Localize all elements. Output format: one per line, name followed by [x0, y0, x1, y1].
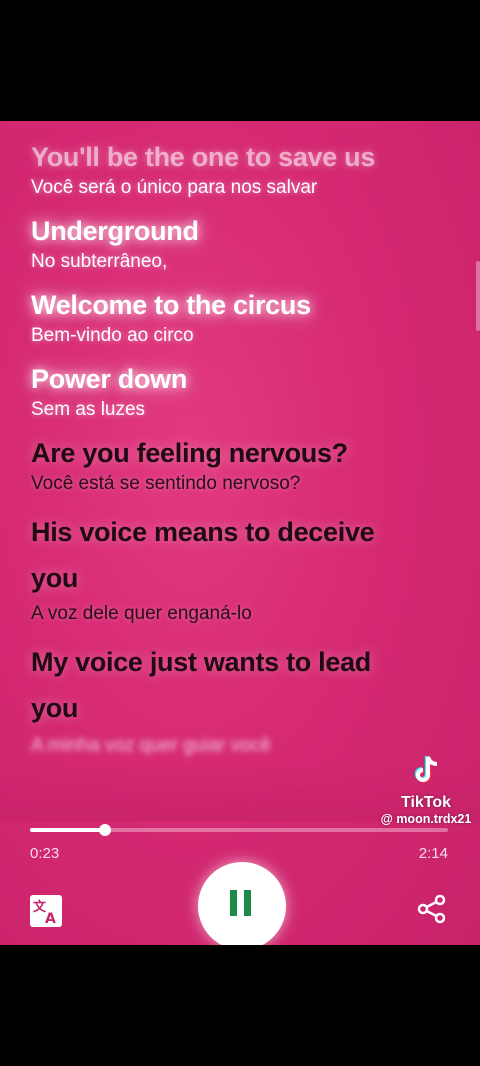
- progress-thumb[interactable]: [99, 824, 112, 836]
- share-button[interactable]: [416, 893, 448, 925]
- progress-bar[interactable]: [30, 824, 448, 836]
- lyric-translation: Sem as luzes: [31, 399, 146, 420]
- top-letterbox: [0, 0, 480, 121]
- tiktok-watermark: TikTok @ moon.trdx21: [372, 753, 480, 826]
- translate-button[interactable]: 文 A: [30, 895, 62, 927]
- lyric-translation: Você será o único para nos salvar: [31, 177, 318, 198]
- svg-text:A: A: [45, 911, 56, 927]
- lyric-line-active[interactable]: Are you feeling nervous?: [31, 435, 451, 471]
- lyric-translation: Bem-vindo ao circo: [31, 325, 194, 346]
- lyric-line-active[interactable]: His voice means to deceive: [31, 509, 451, 555]
- tiktok-handle: @ moon.trdx21: [380, 812, 472, 826]
- lyric-line[interactable]: Underground: [31, 213, 451, 249]
- lyric-line[interactable]: Welcome to the circus: [31, 287, 451, 323]
- lyrics-screen: You'll be the one to save us Você será o…: [0, 121, 480, 945]
- lyric-line[interactable]: You'll be the one to save us: [31, 139, 451, 175]
- scrollbar[interactable]: [476, 261, 480, 331]
- lyric-line-active-cont[interactable]: you: [31, 555, 451, 601]
- pause-icon: [230, 890, 251, 916]
- lyric-line-active-cont[interactable]: you: [31, 685, 451, 731]
- lyrics-list: You'll be the one to save us Você será o…: [31, 139, 451, 771]
- tiktok-logo-icon: [414, 756, 438, 783]
- lyric-translation: No subterrâneo,: [31, 251, 168, 272]
- lyric-line-active[interactable]: My voice just wants to lead: [31, 639, 451, 685]
- share-icon: [417, 894, 446, 924]
- lyric-translation-active: A voz dele quer enganá-lo: [31, 603, 252, 624]
- lyric-line[interactable]: Power down: [31, 361, 451, 397]
- translate-icon: 文 A: [33, 899, 56, 927]
- tiktok-brand: TikTok: [400, 794, 452, 811]
- progress-fill: [30, 828, 106, 832]
- elapsed-time: 0:23: [30, 845, 60, 862]
- pause-button[interactable]: [198, 862, 286, 945]
- total-time: 2:14: [418, 845, 448, 862]
- bottom-letterbox: [0, 945, 480, 1066]
- lyric-translation-active: Você está se sentindo nervoso?: [31, 473, 301, 494]
